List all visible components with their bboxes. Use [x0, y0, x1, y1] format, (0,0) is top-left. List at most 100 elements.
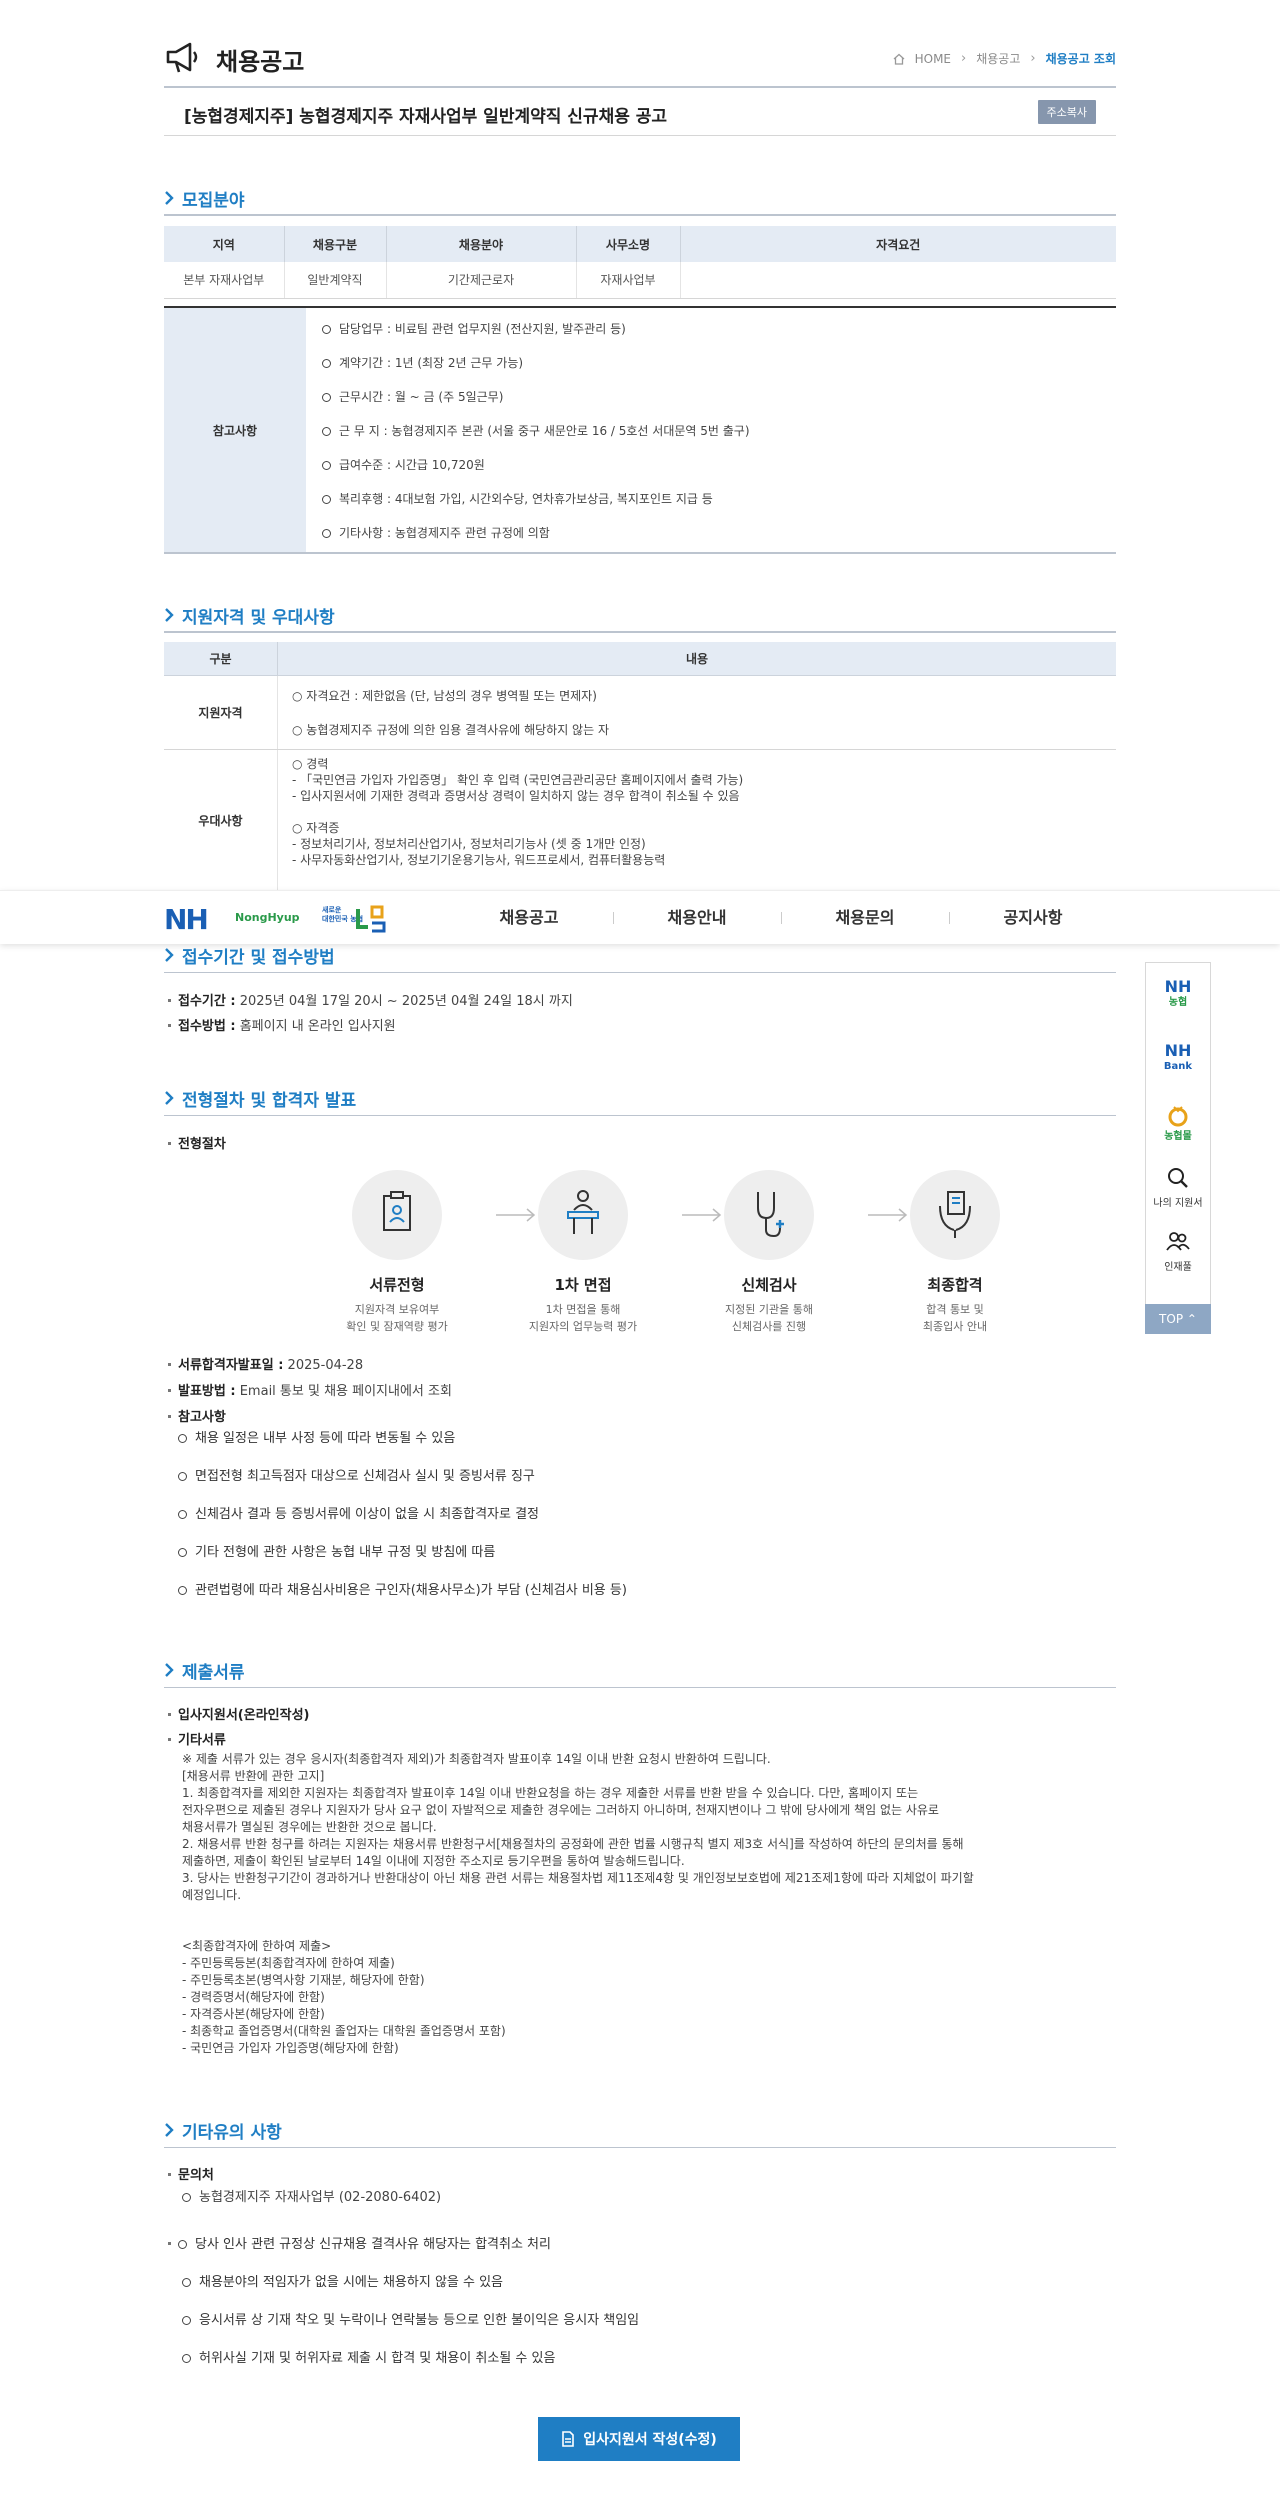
list-item: 기타 전형에 관한 사항은 농협 내부 규정 및 방침에 따름	[178, 1542, 1116, 1580]
scroll-top-button[interactable]: TOP ⌃	[1145, 1304, 1211, 1334]
breadcrumb-recruit[interactable]: 채용공고	[976, 50, 1020, 67]
nh-logo[interactable]: NH	[164, 903, 209, 936]
quick-nh-mall[interactable]: 농협몰	[1146, 1091, 1210, 1155]
menu-item-inquiry[interactable]: 채용문의	[781, 891, 949, 945]
stethoscope-icon	[757, 1192, 784, 1238]
nh-mall-logo-icon	[1168, 1105, 1188, 1126]
col-category: 구분	[164, 642, 278, 675]
recruit-reference: 참고사항 담당업무 : 비료팀 관련 업무지원 (전산지원, 발주관리 등) 계…	[164, 306, 1116, 554]
breadcrumb: HOME › 채용공고 › 채용공고 조회	[893, 50, 1116, 67]
section-receipt-heading: 접수기간 및 접수방법	[164, 943, 1116, 973]
list-item: 계약기간 : 1년 (최장 2년 근무 가능)	[322, 348, 750, 382]
list-item: 근무시간 : 월 ~ 금 (주 5일근무)	[322, 382, 750, 416]
chevron-right-icon	[165, 948, 174, 962]
list-item: 복리후행 : 4대보험 가입, 시간외수당, 연차휴가보상금, 복지포인트 지급…	[322, 484, 750, 518]
contact-label: 문의처	[168, 2164, 214, 2183]
people-icon	[1166, 1231, 1190, 1251]
chevron-right-icon: ›	[961, 51, 967, 66]
breadcrumb-home[interactable]: HOME	[915, 52, 951, 66]
list-item: 응시서류 상 기재 착오 및 누락이나 연락불능 등으로 인한 불이익은 응시자…	[168, 2310, 1106, 2348]
chevron-right-icon	[165, 191, 174, 205]
search-icon	[1168, 1167, 1188, 1188]
chevron-right-icon: ›	[1030, 51, 1036, 66]
row-label: 지원자격	[164, 676, 278, 749]
nonghyup-emblem-icon	[356, 905, 386, 933]
quick-nh-bank[interactable]: NH Bank	[1146, 1027, 1210, 1091]
row-line: - 입사지원서에 기재한 경력과 증명서상 경력이 일치하지 않는 경우 합격이…	[292, 789, 740, 803]
cell-field: 기간제근로자	[386, 262, 577, 299]
list-item: 급여수준 : 시간급 10,720원	[322, 450, 750, 484]
table-row: 본부 자재사업부 일반계약직 기간제근로자 자재사업부	[164, 262, 1116, 299]
list-item: 관련법령에 따라 채용심사비용은 구인자(채용사무소)가 부담 (신체검사 비용…	[178, 1580, 1116, 1618]
menu-item-notice[interactable]: 공지사항	[949, 891, 1117, 945]
home-icon	[893, 53, 905, 65]
cell-type: 일반계약직	[284, 262, 387, 299]
notice-title-row: [농협경제지주] 농협경제지주 자재사업부 일반계약직 신규채용 공고 주소복사	[164, 92, 1116, 136]
list-item: 기타사항 : 농협경제지주 관련 규정에 의함	[322, 518, 750, 552]
process-ref-list: 채용 일정은 내부 사정 등에 따라 변동될 수 있음 면접전형 최고득점자 대…	[178, 1428, 1116, 1618]
chevron-right-icon	[165, 2123, 174, 2137]
process-steps: 서류전형 지원자격 보유여부 확인 및 잠재역량 평가 1차 면접 1차 면접을 …	[322, 1170, 1000, 1340]
table-row: 우대사항 ○ 경력 - 「국민연금 가입자 가입증명」 확인 후 입력 (국민연…	[164, 750, 1116, 890]
chevron-up-icon: ⌃	[1186, 1312, 1197, 1326]
receipt-period: 접수기간 : 2025년 04월 17일 20시 ~ 2025년 04월 24일…	[168, 990, 573, 1009]
announce-date: 서류합격자발표일 : 2025-04-28	[168, 1354, 363, 1373]
notice-title: [농협경제지주] 농협경제지주 자재사업부 일반계약직 신규채용 공고	[184, 107, 668, 127]
breadcrumb-current[interactable]: 채용공고 조회	[1046, 50, 1116, 67]
list-item: 담당업무 : 비료팀 관련 업무지원 (전산지원, 발주관리 등)	[322, 314, 750, 348]
process-subtitle: 전형절차	[168, 1133, 226, 1152]
row-line: ○ 자격증	[292, 821, 340, 835]
list-item: 신체검사 결과 등 증빙서류에 이상이 없을 시 최종합격자로 결정	[178, 1504, 1116, 1542]
write-application-button[interactable]: 입사지원서 작성(수정)	[538, 2417, 740, 2461]
qualification-table: 구분 내용 지원자격 ○ 자격요건 : 제한없음 (단, 남성의 경우 병역필 …	[164, 642, 1116, 890]
podium-icon	[567, 1190, 599, 1234]
col-content: 내용	[685, 652, 709, 666]
cell-office: 자재사업부	[576, 262, 681, 299]
main-menu: 채용공고 채용안내 채용문의 공지사항	[445, 891, 1117, 945]
menu-item-guide[interactable]: 채용안내	[613, 891, 781, 945]
document-icon	[562, 2431, 575, 2447]
contact-value: 농협경제지주 자재사업부 (02-2080-6402)	[182, 2186, 441, 2205]
list-item: 근 무 지 : 농협경제지주 본관 (서울 중구 새문안로 16 / 5호선 서…	[322, 416, 750, 450]
menu-item-recruit[interactable]: 채용공고	[445, 891, 613, 945]
section-process-heading: 전형절차 및 합격자 발표	[164, 1086, 1116, 1116]
nh-bank-logo-icon: NH Bank	[1163, 1041, 1193, 1073]
row-line: ○ 농협경제지주 규정에 의한 임용 결격사유에 해당하지 않는 자	[292, 723, 609, 737]
nh-nonghyup-logo-icon: NH 농협	[1164, 977, 1192, 1009]
list-item: 채용분야의 적임자가 없을 시에는 채용하지 않을 수 있음	[168, 2272, 1106, 2310]
table-row: 지원자격 ○ 자격요건 : 제한없음 (단, 남성의 경우 병역필 또는 면제자…	[164, 676, 1116, 750]
quick-talent-pool[interactable]: 인재풀	[1146, 1219, 1210, 1283]
row-label: 우대사항	[164, 750, 278, 890]
doc-item-other: 기타서류	[168, 1729, 226, 1748]
cell-qualification	[680, 262, 1116, 299]
quick-menu: NH 농협 NH Bank 농협몰 나의 지원서 인재풀 TOP ⌃	[1145, 962, 1211, 1334]
top-navigation-bar: NH NongHyup 새로운 대한민국 농협 채용공고 채용안내 채용문의 공지…	[0, 890, 1280, 944]
megaphone-icon	[166, 42, 198, 73]
announce-method: 발표방법 : Email 통보 및 채용 페이지내에서 조회	[168, 1380, 452, 1399]
section-documents-heading: 제출서류	[164, 1658, 1116, 1688]
quick-nh-nonghyup[interactable]: NH 농협	[1146, 963, 1210, 1027]
copy-address-button[interactable]: 주소복사	[1037, 100, 1096, 124]
documents-paragraph: ※ 제출 서류가 있는 경우 응시자(최종합격자 제외)가 최종합격자 발표이후…	[182, 1752, 974, 2055]
chevron-right-icon	[165, 1663, 174, 1677]
col-field: 채용분야	[386, 226, 577, 262]
list-item: 채용 일정은 내부 사정 등에 따라 변동될 수 있음	[178, 1428, 1116, 1466]
row-line: - 「국민연금 가입자 가입증명」 확인 후 입력 (국민연금관리공단 홈페이지…	[292, 773, 744, 787]
ref-label: 참고사항	[164, 308, 306, 552]
section-recruit-heading: 모집분야	[164, 186, 1116, 216]
cell-region: 본부 자재사업부	[164, 262, 285, 299]
etc-list: 당사 인사 관련 규정상 신규채용 결격사유 해당자는 합격취소 처리 채용분야…	[168, 2234, 1106, 2386]
nh-logo-sub: NongHyup	[235, 911, 300, 924]
chevron-right-icon	[165, 1091, 174, 1105]
page-title: 채용공고	[216, 48, 305, 76]
col-office: 사무소명	[576, 226, 681, 262]
row-line: ○ 자격요건 : 제한없음 (단, 남성의 경우 병역필 또는 면제자)	[292, 689, 597, 703]
receipt-method: 접수방법 : 홈페이지 내 온라인 입사지원	[168, 1015, 396, 1034]
quick-my-application[interactable]: 나의 지원서	[1146, 1155, 1210, 1219]
step-physical: 신체검사 지정된 기관을 통해 신체검사를 진행	[694, 1170, 844, 1335]
ref-list: 담당업무 : 비료팀 관련 업무지원 (전산지원, 발주관리 등) 계약기간 :…	[322, 314, 750, 552]
list-item: 허위사실 기재 및 허위자료 제출 시 합격 및 채용이 취소될 수 있음	[168, 2348, 1106, 2386]
process-ref-label: 참고사항	[168, 1406, 226, 1425]
step-final: 최종합격 합격 통보 및 최종입사 안내	[880, 1170, 1030, 1335]
row-line: - 정보처리기사, 정보처리산업기사, 정보처리기능사 (셋 중 1개만 인정)	[292, 837, 646, 851]
